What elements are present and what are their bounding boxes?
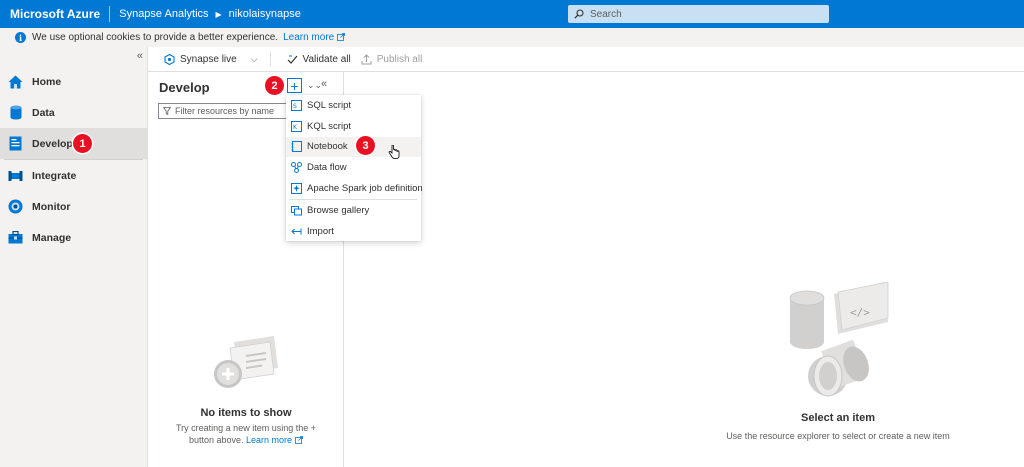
publish-icon bbox=[361, 53, 372, 64]
database-icon bbox=[8, 105, 23, 120]
svg-text:S: S bbox=[293, 103, 297, 110]
cookie-banner: i We use optional cookies to provide a b… bbox=[0, 28, 1024, 47]
document-icon bbox=[8, 136, 23, 151]
nav-label-integrate: Integrate bbox=[32, 169, 77, 182]
menu-item-data-flow[interactable]: Data flow bbox=[286, 157, 421, 178]
select-item-illustration: </> bbox=[784, 281, 894, 405]
toolbar-divider bbox=[269, 52, 271, 66]
empty-state-title: No items to show bbox=[200, 407, 292, 419]
empty-state-description: Try creating a new item using the + butt… bbox=[148, 422, 344, 446]
breadcrumb-chevron-icon: ▶ bbox=[215, 9, 222, 19]
publish-all-button[interactable]: Publish all bbox=[361, 53, 423, 65]
validate-icon bbox=[287, 55, 297, 64]
spark-job-icon bbox=[291, 183, 302, 195]
menu-label-gallery: Browse gallery bbox=[307, 204, 370, 216]
top-divider bbox=[109, 6, 111, 22]
nav-label-monitor: Monitor bbox=[32, 200, 71, 213]
svg-text:</>: </> bbox=[850, 306, 870, 319]
expand-all-icon[interactable]: ⌄⌄ bbox=[307, 80, 322, 91]
gallery-icon bbox=[291, 205, 302, 216]
svg-text:K: K bbox=[293, 124, 298, 131]
nav-label-home: Home bbox=[32, 75, 62, 88]
step-badge-1: 1 bbox=[73, 134, 92, 153]
nav-item-monitor[interactable]: Monitor bbox=[0, 191, 147, 222]
empty-state-learn-more-link[interactable]: Learn more bbox=[246, 435, 303, 445]
external-link-icon bbox=[337, 33, 346, 41]
cookie-link-text: Learn more bbox=[283, 32, 335, 43]
brand-label[interactable]: Microsoft Azure bbox=[0, 7, 100, 21]
synapse-live-icon bbox=[164, 53, 175, 65]
dataflow-icon bbox=[291, 162, 302, 174]
monitor-icon bbox=[8, 199, 23, 214]
sql-script-icon: S bbox=[291, 99, 302, 111]
search-input[interactable]: Search bbox=[568, 5, 829, 23]
breadcrumb-synapse[interactable]: Synapse Analytics bbox=[119, 8, 208, 20]
menu-item-spark-job[interactable]: Apache Spark job definition bbox=[286, 178, 423, 199]
menu-label-dataflow: Data flow bbox=[307, 162, 347, 174]
synapse-live-selector[interactable]: Synapse live bbox=[164, 53, 237, 65]
breadcrumb-workspace[interactable]: nikolaisynapse bbox=[229, 8, 301, 20]
menu-label-import: Import bbox=[307, 225, 334, 237]
empty-link-text: Learn more bbox=[246, 435, 293, 445]
nav-item-manage[interactable]: Manage bbox=[0, 222, 147, 253]
new-resource-menu: S SQL script K KQL script Notebook Data … bbox=[286, 95, 423, 242]
collapse-panel-icon[interactable]: « bbox=[321, 78, 327, 90]
cookie-learn-more-link[interactable]: Learn more bbox=[283, 32, 346, 43]
menu-label-kql: KQL script bbox=[307, 120, 351, 132]
pipeline-icon bbox=[8, 168, 23, 183]
chevron-down-icon[interactable]: ⌵ bbox=[251, 54, 258, 65]
synapse-live-label: Synapse live bbox=[180, 53, 237, 65]
select-item-title: Select an item bbox=[801, 412, 875, 424]
collapse-nav-icon[interactable]: « bbox=[137, 50, 143, 62]
nav-item-develop[interactable]: Develop 1 bbox=[0, 128, 147, 159]
menu-label-notebook: Notebook bbox=[307, 141, 348, 153]
menu-item-browse-gallery[interactable]: Browse gallery bbox=[286, 200, 421, 221]
validate-all-label: Validate all bbox=[302, 53, 351, 65]
search-icon bbox=[574, 9, 584, 19]
nav-item-home[interactable]: Home bbox=[0, 66, 147, 97]
hand-cursor-icon bbox=[388, 145, 400, 159]
toolbar: Synapse live ⌵ Validate all Publish all bbox=[148, 47, 1024, 72]
step-badge-2: 2 bbox=[265, 76, 284, 95]
nav-label-develop: Develop bbox=[32, 137, 73, 150]
menu-item-notebook[interactable]: Notebook bbox=[286, 136, 421, 158]
menu-label-sql: SQL script bbox=[307, 99, 351, 111]
nav-item-data[interactable]: Data bbox=[0, 97, 147, 128]
info-icon: i bbox=[15, 32, 26, 43]
notebook-icon bbox=[291, 141, 302, 153]
menu-item-sql-script[interactable]: S SQL script bbox=[286, 95, 421, 116]
kql-script-icon: K bbox=[291, 120, 302, 132]
cookie-message: We use optional cookies to provide a bet… bbox=[32, 32, 279, 43]
select-item-description: Use the resource explorer to select or c… bbox=[726, 431, 950, 441]
external-link-icon bbox=[295, 436, 303, 444]
filter-icon bbox=[163, 107, 171, 115]
validate-all-button[interactable]: Validate all bbox=[287, 54, 351, 65]
menu-item-import[interactable]: Import bbox=[286, 221, 421, 242]
home-icon bbox=[8, 74, 23, 89]
step-badge-3: 3 bbox=[356, 136, 375, 155]
search-placeholder: Search bbox=[590, 8, 622, 20]
nav-item-integrate[interactable]: Integrate bbox=[0, 160, 147, 191]
menu-label-spark: Apache Spark job definition bbox=[307, 183, 423, 195]
nav-label-manage: Manage bbox=[32, 231, 72, 244]
import-icon bbox=[291, 226, 302, 237]
top-bar: Microsoft Azure Synapse Analytics ▶ niko… bbox=[0, 0, 1024, 28]
publish-all-label: Publish all bbox=[376, 53, 423, 65]
develop-title: Develop bbox=[159, 80, 210, 95]
empty-state-illustration bbox=[212, 334, 282, 397]
nav-list: Home Data Develop 1 Integrate Monitor Ma… bbox=[0, 66, 147, 253]
left-nav: « Home Data Develop 1 Integrate Monitor … bbox=[0, 47, 148, 467]
nav-label-data: Data bbox=[32, 106, 55, 119]
filter-placeholder: Filter resources by name bbox=[175, 106, 275, 116]
toolbox-icon bbox=[8, 230, 23, 245]
add-new-resource-button[interactable]: + bbox=[287, 78, 302, 93]
menu-item-kql-script[interactable]: K KQL script bbox=[286, 116, 421, 137]
